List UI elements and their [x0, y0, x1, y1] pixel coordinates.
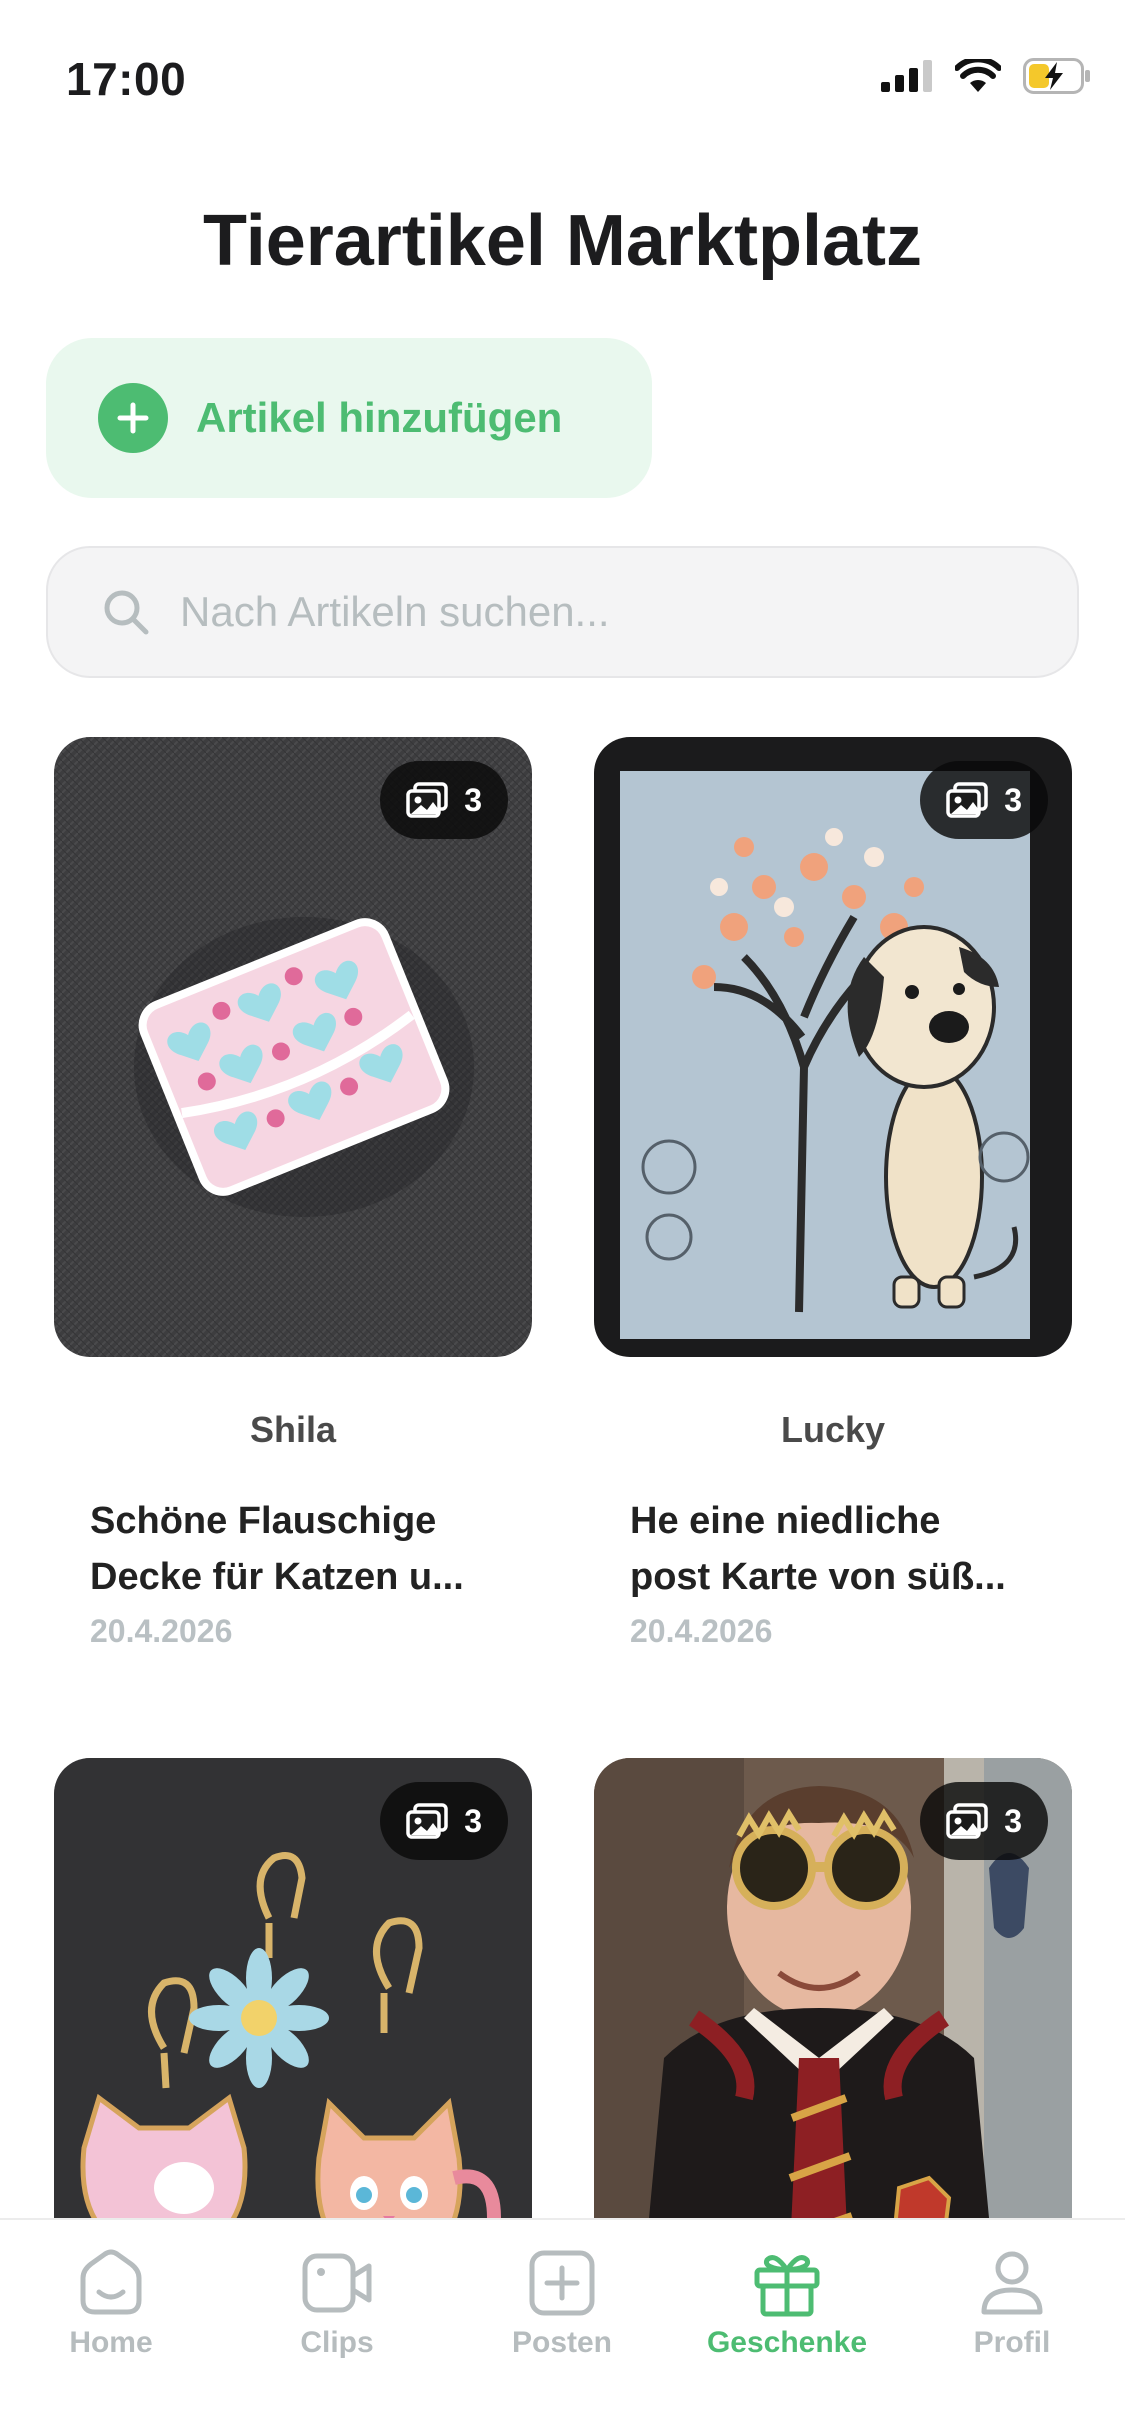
listing-card[interactable]: 3 Lucky He eine niedliche post Karte von… [594, 737, 1072, 1650]
photo-count-badge: 3 [920, 1782, 1048, 1860]
search-icon [104, 590, 149, 635]
listing-title-line: He eine niedliche [630, 1500, 941, 1542]
gift-icon [754, 2255, 820, 2317]
listing-date: 20.4.2026 [90, 1613, 233, 1649]
gallery-icon [946, 1803, 988, 1839]
listing-image-dog-postcard[interactable]: 3 [594, 737, 1072, 1357]
listing-title-line: Decke für Katzen u... [90, 1556, 464, 1598]
battery-charging-icon [1023, 58, 1090, 94]
search-input[interactable] [180, 588, 1040, 636]
nav-label: Home [69, 2326, 153, 2359]
nav-item-gifts[interactable]: Geschenke [692, 2248, 882, 2360]
photo-count: 3 [464, 1802, 482, 1839]
nav-label: Clips [300, 2326, 374, 2359]
home-icon [80, 2249, 142, 2315]
nav-label: Posten [511, 2326, 613, 2359]
gallery-icon [946, 782, 988, 818]
nav-label: Profil [973, 2326, 1051, 2359]
status-icons [881, 58, 1091, 94]
listing-image-blanket[interactable]: 3 [54, 737, 532, 1357]
listing-title[interactable]: He eine niedliche post Karte von süß... [594, 1493, 1072, 1605]
listing-title-line: Schöne Flauschige [90, 1500, 437, 1542]
bottom-nav: Home Clips Posten Geschenke Profil [0, 2218, 1125, 2436]
nav-item-post[interactable]: Posten [467, 2248, 657, 2360]
photo-count-badge: 3 [380, 1782, 508, 1860]
signal-icon [881, 60, 932, 92]
status-time: 17:00 [66, 53, 187, 105]
seller-name: Shila [249, 1409, 337, 1450]
listing-card[interactable]: 3 Shila Schöne Flauschige Decke für Katz… [54, 737, 532, 1650]
add-item-label: Artikel hinzufügen [196, 394, 563, 441]
photo-count: 3 [1004, 1802, 1022, 1839]
photo-count: 3 [464, 781, 482, 818]
plus-square-icon [529, 2250, 595, 2316]
plus-circle-icon [98, 383, 168, 453]
listing-date: 20.4.2026 [630, 1613, 773, 1649]
wifi-icon [955, 59, 1001, 92]
listing-title[interactable]: Schöne Flauschige Decke für Katzen u... [54, 1493, 532, 1605]
photo-count-badge: 3 [920, 761, 1048, 839]
nav-item-profile[interactable]: Profil [917, 2248, 1107, 2360]
nav-item-home[interactable]: Home [16, 2248, 206, 2360]
add-item-button[interactable]: Artikel hinzufügen [46, 338, 652, 498]
nav-label: Geschenke [706, 2326, 868, 2359]
person-icon [981, 2251, 1043, 2315]
search-bar[interactable] [46, 546, 1079, 678]
status-bar: 17:00 [0, 0, 1125, 150]
listing-title-line: post Karte von süß... [630, 1556, 1006, 1598]
photo-count-badge: 3 [380, 761, 508, 839]
seller-name: Lucky [780, 1409, 886, 1450]
gallery-icon [406, 782, 448, 818]
gallery-icon [406, 1803, 448, 1839]
photo-count: 3 [1004, 781, 1022, 818]
page-title: Tierartikel Marktplatz [203, 201, 922, 281]
nav-item-clips[interactable]: Clips [242, 2248, 432, 2360]
video-icon [302, 2253, 372, 2313]
